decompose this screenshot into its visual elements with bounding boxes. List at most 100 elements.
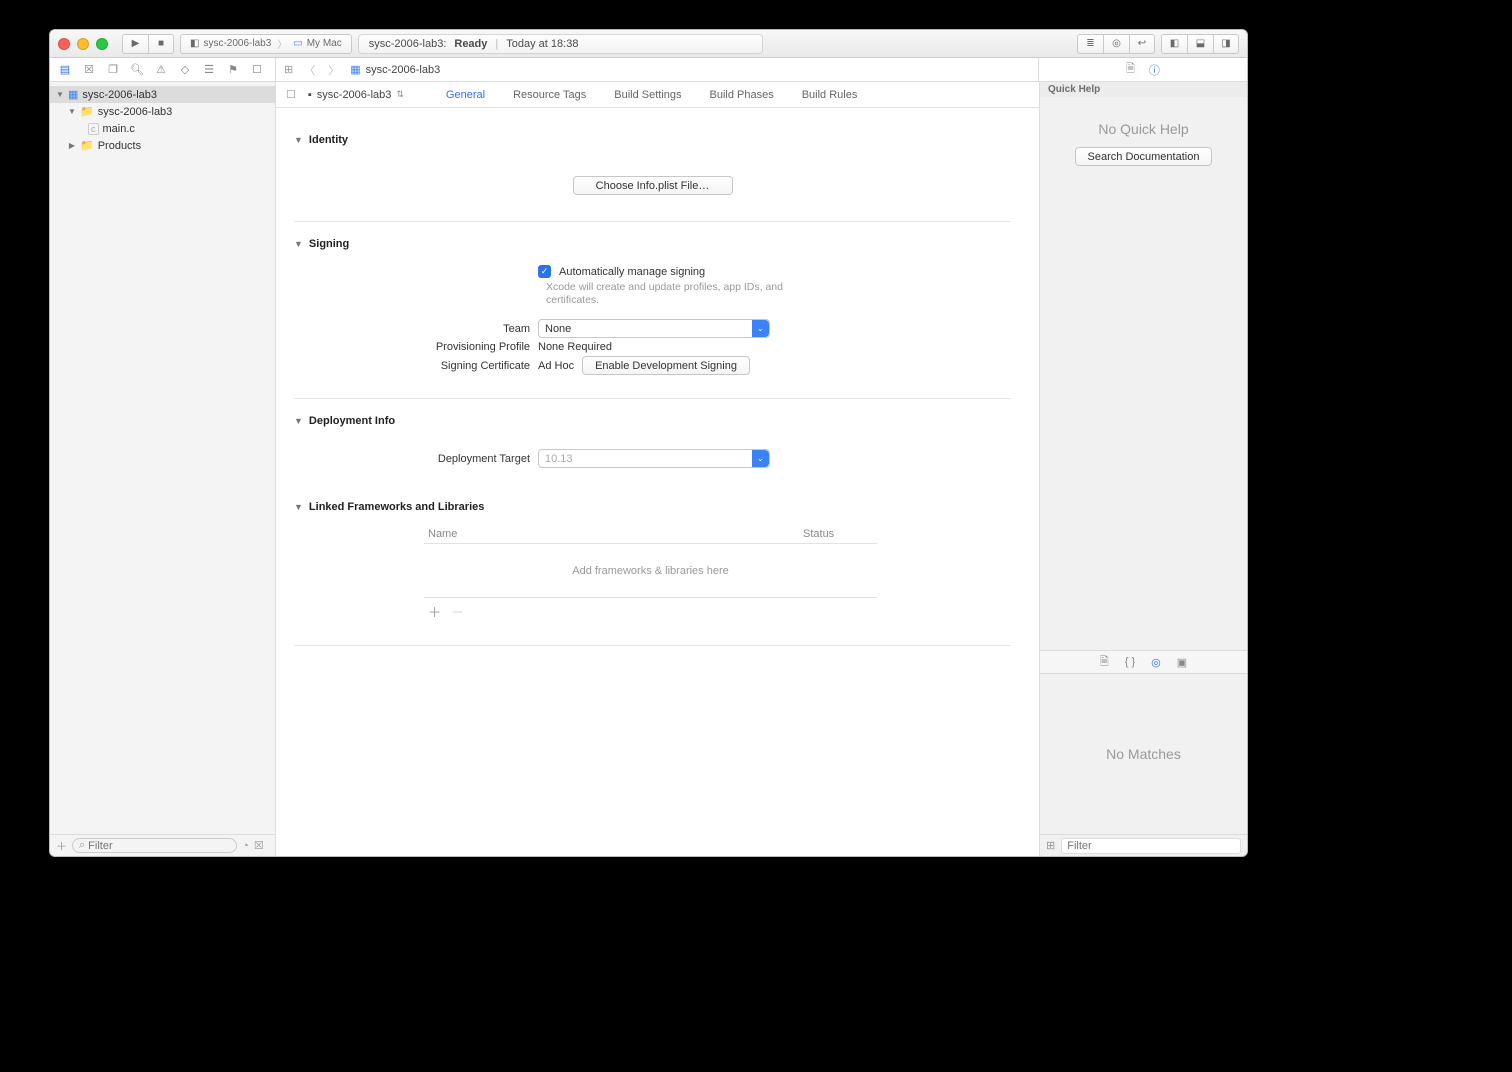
- tree-root-label: sysc-2006-lab3: [82, 89, 157, 101]
- stop-button[interactable]: ■: [148, 34, 174, 54]
- target-selector[interactable]: ▪ sysc-2006-lab3 ⇅: [308, 89, 404, 101]
- team-select[interactable]: None ⌄: [538, 319, 770, 338]
- back-button[interactable]: 〈: [302, 62, 317, 78]
- tree-group[interactable]: ▼ 📁 sysc-2006-lab3: [50, 103, 275, 120]
- toggle-inspector-button[interactable]: ◨: [1213, 34, 1239, 54]
- run-button[interactable]: ▶: [122, 34, 148, 54]
- standard-editor-button[interactable]: ≣: [1077, 34, 1103, 54]
- activity-viewer[interactable]: sysc-2006-lab3: Ready | Today at 18:38: [358, 34, 763, 54]
- section-signing: ▼ Signing ✓ Automatically manage signing…: [294, 232, 1011, 399]
- breadcrumb[interactable]: ▦ sysc-2006-lab3: [350, 63, 440, 76]
- section-header[interactable]: ▼ Deployment Info: [294, 409, 1011, 433]
- run-stop-group: ▶ ■: [122, 34, 174, 54]
- find-navigator-icon[interactable]: 🔍︎: [130, 63, 144, 76]
- settings-content: ▼ Identity Choose Info.plist File… ▼ Sig…: [276, 108, 1039, 856]
- media-library-icon[interactable]: ▣: [1177, 656, 1187, 669]
- section-title: Linked Frameworks and Libraries: [309, 501, 484, 513]
- issue-navigator-icon[interactable]: ⚠: [154, 63, 168, 76]
- remove-framework-button[interactable]: －: [451, 602, 464, 621]
- test-navigator-icon[interactable]: ◇: [178, 63, 192, 76]
- object-library-icon[interactable]: ◎: [1151, 656, 1161, 669]
- toggle-navigator-button[interactable]: ◧: [1161, 34, 1187, 54]
- breakpoint-navigator-icon[interactable]: ⚑: [226, 63, 240, 76]
- zoom-window-button[interactable]: [96, 38, 108, 50]
- forward-button[interactable]: 〉: [326, 62, 341, 78]
- project-navigator-icon[interactable]: ▤: [58, 63, 72, 76]
- tree-root[interactable]: ▼ ▦ sysc-2006-lab3: [50, 86, 275, 103]
- assistant-editor-button[interactable]: ◎: [1103, 34, 1129, 54]
- disclosure-triangle-icon: ▼: [294, 239, 303, 249]
- close-window-button[interactable]: [58, 38, 70, 50]
- section-header[interactable]: ▼ Signing: [294, 232, 1011, 256]
- grid-view-icon[interactable]: ⊞: [1046, 839, 1055, 852]
- section-header[interactable]: ▼ Identity: [294, 128, 1011, 152]
- auto-signing-help: Xcode will create and update profiles, a…: [546, 281, 836, 307]
- traffic-lights: [58, 38, 108, 50]
- updown-icon: ⇅: [396, 89, 404, 100]
- destination-name: My Mac: [307, 38, 342, 49]
- dropdown-icon: ⌄: [752, 320, 769, 337]
- disclosure-triangle-icon[interactable]: ▼: [68, 107, 76, 116]
- recent-filter-icon[interactable]: ◔: [242, 840, 249, 852]
- file-template-library-icon[interactable]: 🗎: [1100, 653, 1109, 672]
- project-tabs: General Resource Tags Build Settings Bui…: [446, 89, 857, 101]
- library-filter-bar: ⊞: [1040, 834, 1247, 856]
- filter-scope[interactable]: ⌕: [72, 838, 237, 853]
- report-navigator-icon[interactable]: ☐: [250, 63, 264, 76]
- quick-help-header: Quick Help: [1040, 82, 1247, 97]
- related-items-icon[interactable]: ⊞: [284, 63, 293, 76]
- section-header[interactable]: ▼ Linked Frameworks and Libraries: [294, 495, 1011, 519]
- deploy-target-value: 10.13: [545, 453, 573, 465]
- tree-file[interactable]: c main.c: [50, 120, 275, 137]
- col-name: Name: [428, 528, 803, 540]
- deploy-target-select[interactable]: 10.13 ⌄: [538, 449, 770, 468]
- code-snippet-library-icon[interactable]: { }: [1125, 656, 1135, 668]
- disclosure-triangle-icon: ▼: [294, 135, 303, 145]
- tab-general[interactable]: General: [446, 89, 485, 101]
- folder-icon: 📁: [80, 105, 94, 118]
- profile-value: None Required: [538, 341, 612, 353]
- debug-navigator-icon[interactable]: ☰: [202, 63, 216, 76]
- library-tabs: 🗎 { } ◎ ▣: [1040, 650, 1247, 674]
- tree-group-label: sysc-2006-lab3: [98, 106, 173, 118]
- add-button[interactable]: ＋: [56, 838, 67, 854]
- navigator-filter-input[interactable]: [88, 840, 230, 852]
- library-filter-input[interactable]: [1061, 838, 1241, 854]
- disclosure-triangle-icon[interactable]: ▶: [68, 141, 76, 150]
- project-navigator: ▼ ▦ sysc-2006-lab3 ▼ 📁 sysc-2006-lab3 c …: [50, 82, 276, 856]
- tab-build-settings[interactable]: Build Settings: [614, 89, 681, 101]
- separator: |: [495, 38, 498, 50]
- inspector-tabs: 🗎 ⓘ: [1039, 60, 1247, 79]
- symbol-navigator-icon[interactable]: ❐: [106, 63, 120, 76]
- scm-filter-icon[interactable]: ☒: [254, 839, 264, 852]
- disclosure-triangle-icon: ▼: [294, 502, 303, 512]
- search-documentation-button[interactable]: Search Documentation: [1075, 147, 1213, 166]
- scheme-name: sysc-2006-lab3: [203, 38, 271, 49]
- section-deployment: ▼ Deployment Info Deployment Target 10.1…: [294, 409, 1011, 485]
- target-bar: ☐ ▪ sysc-2006-lab3 ⇅ General Resource Ta…: [276, 82, 1039, 108]
- tab-build-phases[interactable]: Build Phases: [710, 89, 774, 101]
- cert-value: Ad Hoc: [538, 360, 574, 372]
- scheme-selector[interactable]: ◧ sysc-2006-lab3 〉 ▭ My Mac: [180, 34, 352, 54]
- toggle-debug-button[interactable]: ⬓: [1187, 34, 1213, 54]
- monitor-icon: ▭: [293, 38, 302, 49]
- outline-toggle-icon[interactable]: ☐: [286, 88, 296, 101]
- status-scheme: sysc-2006-lab3:: [369, 38, 447, 50]
- cert-label: Signing Certificate: [294, 360, 530, 372]
- filter-icon: ⌕: [79, 839, 85, 852]
- folder-icon: 📁: [80, 139, 94, 152]
- choose-plist-button[interactable]: Choose Info.plist File…: [573, 176, 733, 195]
- disclosure-triangle-icon[interactable]: ▼: [56, 90, 64, 99]
- add-framework-button[interactable]: ＋: [428, 602, 441, 621]
- file-inspector-icon[interactable]: 🗎: [1126, 60, 1135, 79]
- editor-mode-group: ≣ ◎ ↩: [1077, 34, 1155, 54]
- tree-products[interactable]: ▶ 📁 Products: [50, 137, 275, 154]
- minimize-window-button[interactable]: [77, 38, 89, 50]
- tab-resource-tags[interactable]: Resource Tags: [513, 89, 586, 101]
- quick-help-inspector-icon[interactable]: ⓘ: [1149, 62, 1160, 78]
- enable-dev-signing-button[interactable]: Enable Development Signing: [582, 356, 750, 375]
- source-control-navigator-icon[interactable]: ☒: [82, 63, 96, 76]
- tab-build-rules[interactable]: Build Rules: [802, 89, 858, 101]
- version-editor-button[interactable]: ↩: [1129, 34, 1155, 54]
- auto-signing-checkbox[interactable]: ✓: [538, 265, 551, 278]
